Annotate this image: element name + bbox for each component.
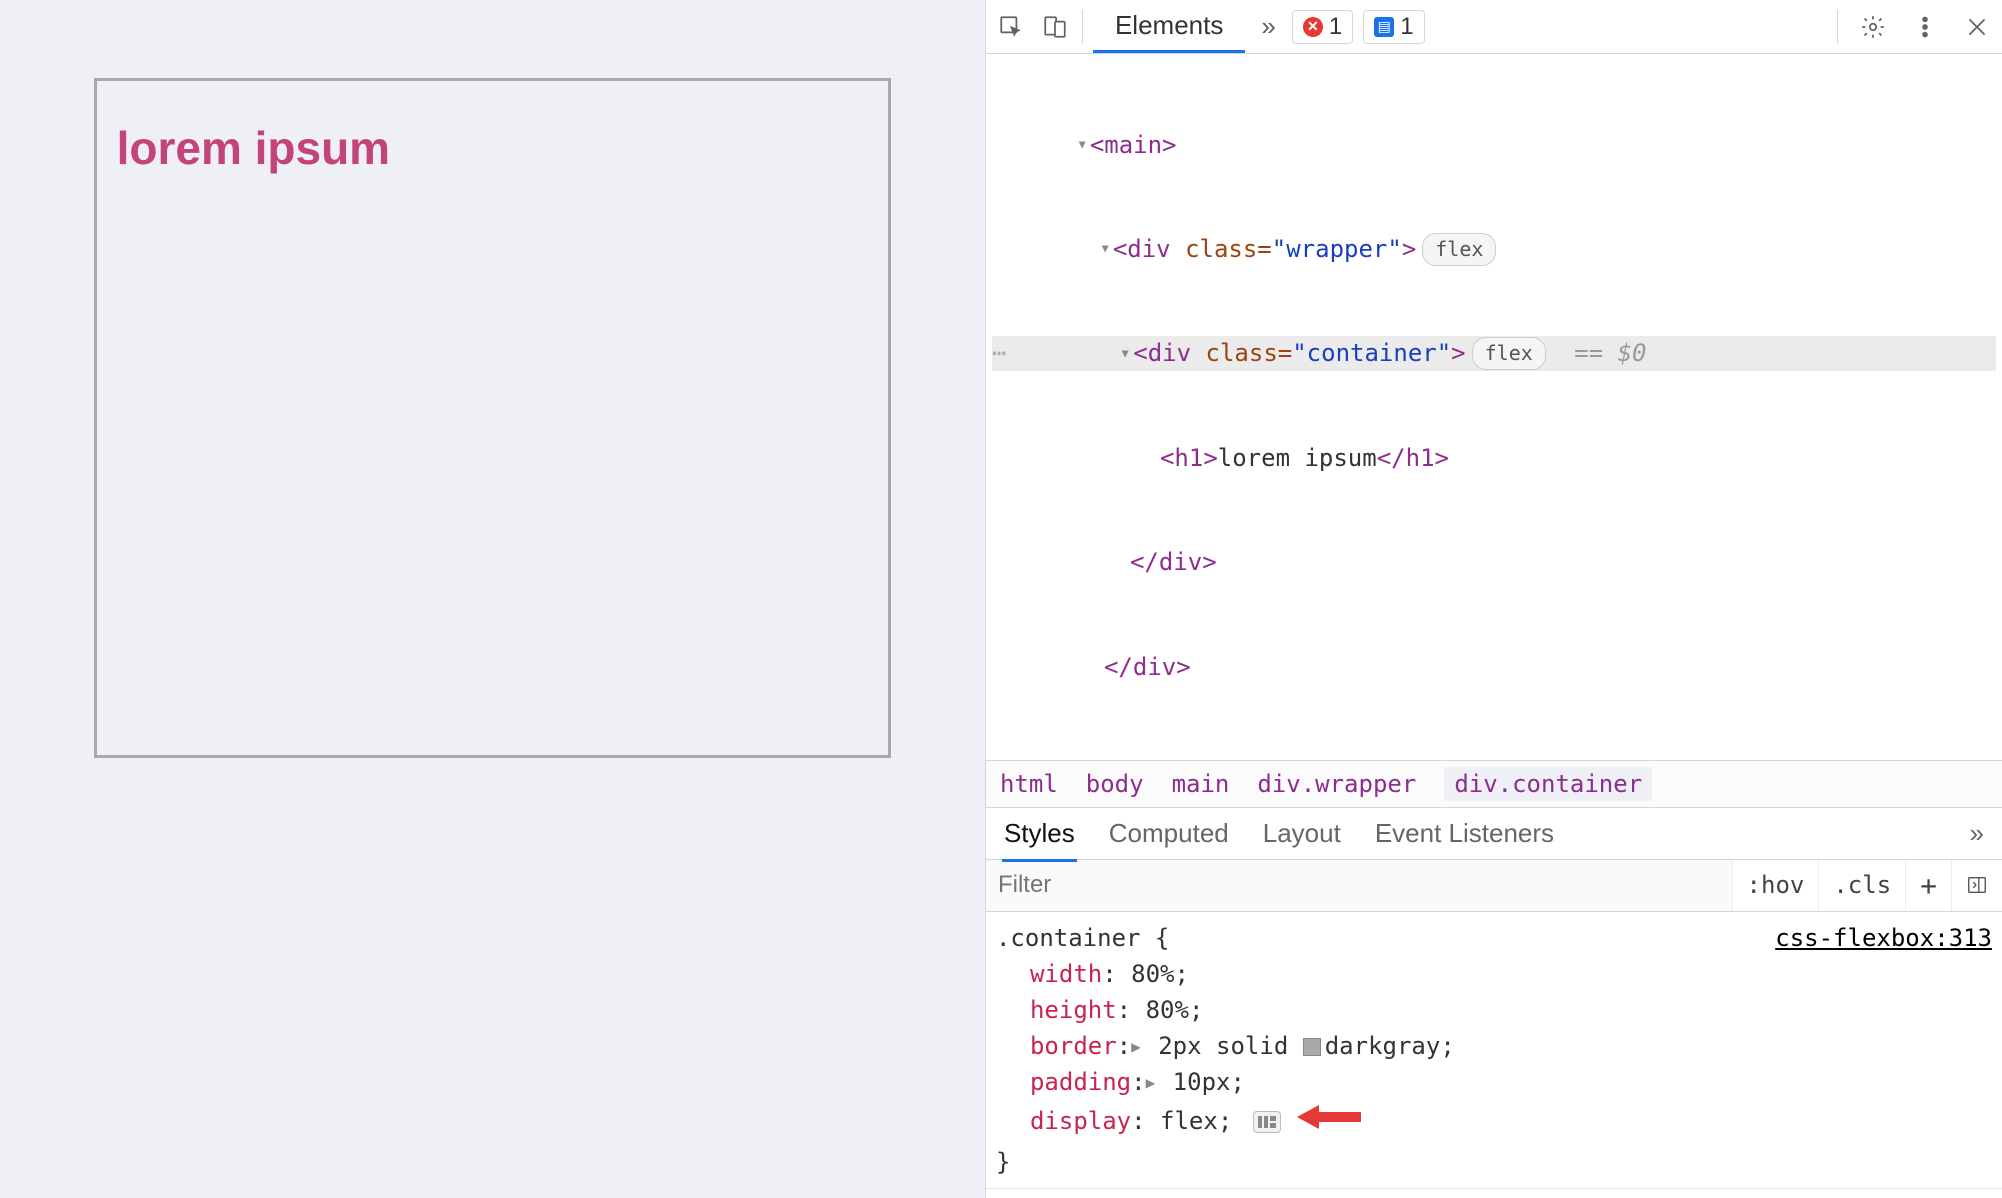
css-rule-div-ua[interactable]: user agent stylesheet div { display: blo… xyxy=(986,1189,2002,1198)
css-rule-container[interactable]: css-flexbox:313 .container { width: 80%;… xyxy=(986,912,2002,1189)
close-icon[interactable] xyxy=(1960,10,1994,44)
inspect-icon[interactable] xyxy=(994,10,1028,44)
dom-node[interactable]: </div> xyxy=(992,650,1996,685)
styles-subtabs: Styles Computed Layout Event Listeners » xyxy=(986,808,2002,860)
crumb-html[interactable]: html xyxy=(1000,770,1058,798)
ellipsis-icon: ⋯ xyxy=(992,336,1006,371)
device-toggle-icon[interactable] xyxy=(1038,10,1072,44)
flexbox-editor-icon[interactable] xyxy=(1253,1111,1281,1133)
more-subtabs-chevron-icon[interactable]: » xyxy=(1970,818,1984,849)
flex-badge[interactable]: flex xyxy=(1422,233,1496,266)
more-tabs-chevron-icon[interactable]: » xyxy=(1255,11,1281,42)
messages-count: 1 xyxy=(1400,13,1413,41)
breadcrumb: html body main div.wrapper div.container xyxy=(986,760,2002,808)
tab-computed[interactable]: Computed xyxy=(1109,818,1229,849)
dom-node[interactable]: </div> xyxy=(992,545,1996,580)
settings-icon[interactable] xyxy=(1856,10,1890,44)
crumb-wrapper[interactable]: div.wrapper xyxy=(1257,770,1416,798)
devtools-toolbar: Elements » ✕ 1 ▤ 1 xyxy=(986,0,2002,54)
tab-elements[interactable]: Elements xyxy=(1093,0,1245,53)
dom-node[interactable]: <h1>lorem ipsum</h1> xyxy=(992,441,1996,476)
flex-badge[interactable]: flex xyxy=(1472,337,1546,370)
dom-node[interactable]: ▸<div class="wrapper">flex xyxy=(992,232,1996,267)
hov-toggle[interactable]: :hov xyxy=(1732,860,1819,911)
dom-node[interactable]: ▸<main> xyxy=(992,128,1996,163)
new-style-rule-button[interactable]: + xyxy=(1905,860,1951,911)
error-icon: ✕ xyxy=(1303,17,1323,37)
messages-badge[interactable]: ▤ 1 xyxy=(1363,10,1424,44)
css-declaration[interactable]: padding:▶ 10px; xyxy=(996,1064,1992,1100)
annotation-arrow-icon xyxy=(1297,1100,1361,1144)
crumb-body[interactable]: body xyxy=(1086,770,1144,798)
css-declaration[interactable]: border:▶ 2px solid darkgray; xyxy=(996,1028,1992,1064)
kebab-menu-icon[interactable] xyxy=(1908,10,1942,44)
tab-layout[interactable]: Layout xyxy=(1263,818,1341,849)
preview-heading: lorem ipsum xyxy=(117,121,869,175)
container-box: lorem ipsum xyxy=(94,78,892,758)
dom-node-selected[interactable]: ⋯▸<div class="container">flex == $0 xyxy=(992,336,1996,371)
color-swatch-icon[interactable] xyxy=(1303,1038,1321,1056)
source-link[interactable]: css-flexbox:313 xyxy=(1775,920,1992,956)
css-declaration[interactable]: display: flex; xyxy=(996,1100,1992,1144)
cls-toggle[interactable]: .cls xyxy=(1818,860,1905,911)
css-declaration[interactable]: width: 80%; xyxy=(996,956,1992,992)
css-rule-close: } xyxy=(996,1144,1992,1180)
errors-badge[interactable]: ✕ 1 xyxy=(1292,10,1353,44)
crumb-container[interactable]: div.container xyxy=(1444,767,1652,801)
message-icon: ▤ xyxy=(1374,17,1394,37)
crumb-main[interactable]: main xyxy=(1172,770,1230,798)
separator xyxy=(1082,10,1083,44)
css-declaration[interactable]: height: 80%; xyxy=(996,992,1992,1028)
filter-input[interactable] xyxy=(986,860,1732,911)
computed-sidebar-toggle-icon[interactable] xyxy=(1951,860,2002,911)
devtools-panel: Elements » ✕ 1 ▤ 1 ▸<main> ▸<div class="… xyxy=(985,0,2002,1198)
dom-tree[interactable]: ▸<main> ▸<div class="wrapper">flex ⋯▸<di… xyxy=(986,54,2002,760)
errors-count: 1 xyxy=(1329,13,1342,41)
tab-event-listeners[interactable]: Event Listeners xyxy=(1375,818,1554,849)
eq0-label: == $0 xyxy=(1560,336,1647,371)
separator xyxy=(1837,10,1838,44)
tab-styles[interactable]: Styles xyxy=(1004,818,1075,849)
styles-pane: css-flexbox:313 .container { width: 80%;… xyxy=(986,912,2002,1198)
page-preview: lorem ipsum xyxy=(0,0,985,1198)
styles-filter-bar: :hov .cls + xyxy=(986,860,2002,912)
